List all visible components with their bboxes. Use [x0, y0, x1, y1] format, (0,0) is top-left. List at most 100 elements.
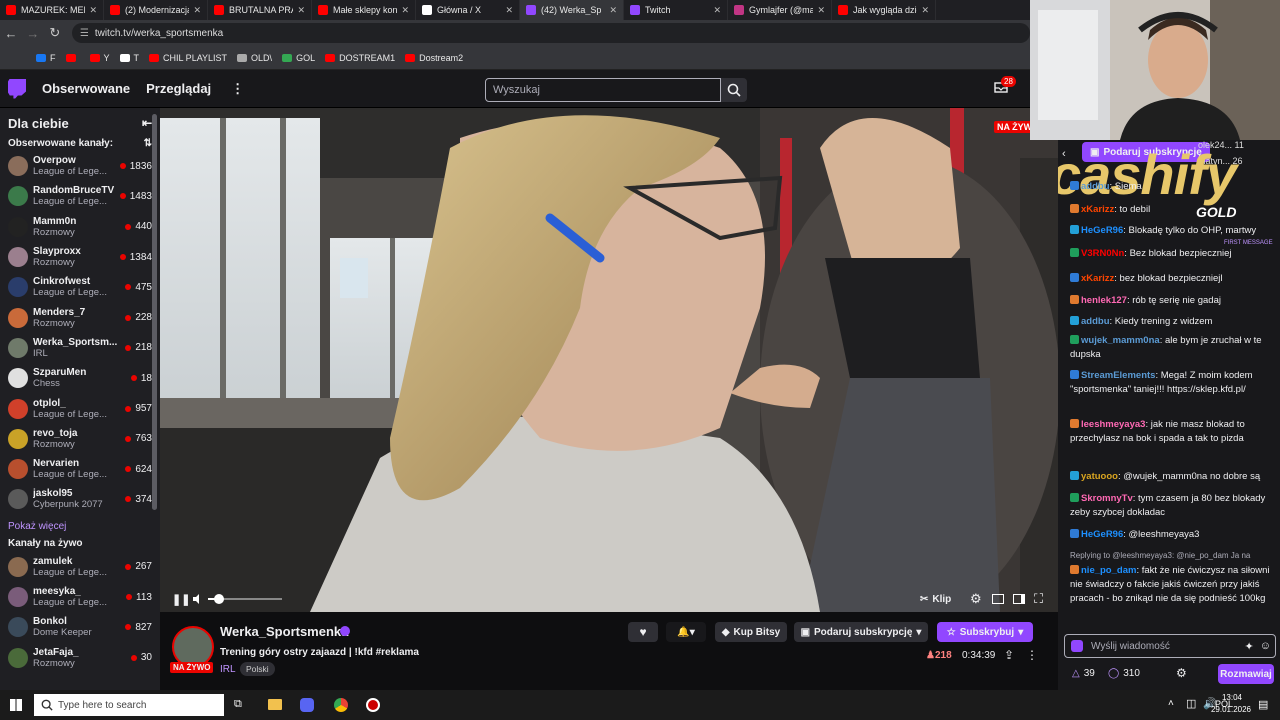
chat-message[interactable]: nie_po_dam: fakt że nie ćwiczysz na siło…	[1070, 564, 1274, 606]
chat-username[interactable]: HeGeR96	[1081, 529, 1123, 540]
chat-message[interactable]: V3RN0Nn: Bez blokad bezpieczniej	[1070, 247, 1274, 261]
browser-tab[interactable]: Gymlajfer (@mac ✕	[728, 0, 832, 20]
file-explorer-icon[interactable]	[268, 699, 282, 710]
nav-browse[interactable]: Przeglądaj	[146, 81, 211, 96]
browser-tab[interactable]: Małe sklepy kont ✕	[312, 0, 416, 20]
chat-settings-icon[interactable]: ⚙	[1176, 666, 1187, 680]
share-icon[interactable]: ⇪	[1004, 648, 1014, 662]
chat-username[interactable]: henlek127	[1081, 295, 1127, 306]
sidebar-channel[interactable]: Mamm0n Rozmowy 440	[0, 212, 160, 242]
search-input[interactable]: Wyszukaj	[485, 78, 721, 102]
settings-icon[interactable]: ⚙	[970, 591, 982, 607]
close-tab-icon[interactable]: ✕	[713, 5, 721, 16]
chat-username[interactable]: xKarizz	[1081, 273, 1114, 284]
chat-message[interactable]: xKarizz: to debil	[1070, 203, 1274, 217]
browser-tab[interactable]: BRUTALNA PRAW ✕	[208, 0, 312, 20]
notifications-button[interactable]: 🔔▾	[666, 622, 706, 642]
bookmark-item[interactable]: DOSTREAM1	[325, 53, 395, 63]
chat-message[interactable]: addbu: Siema	[1070, 180, 1274, 194]
recording-app-icon[interactable]	[366, 698, 380, 712]
bookmark-item[interactable]: CHIL PLAYLIST	[149, 53, 227, 63]
chat-username[interactable]: V3RN0Nn	[1081, 248, 1124, 259]
channel-points[interactable]: △ 39	[1072, 668, 1095, 679]
sidebar-channel[interactable]: SzparuMen Chess 18	[0, 363, 160, 393]
sidebar-channel[interactable]: meesyka_ League of Lege... 113	[0, 582, 160, 612]
start-icon[interactable]	[10, 699, 22, 711]
stream-category[interactable]: IRL	[220, 664, 236, 675]
chat-message[interactable]: yatuooo: @wujek_mamm0na no dobre są	[1070, 470, 1274, 484]
video-player[interactable]	[160, 108, 1058, 612]
sidebar-scrollbar[interactable]	[152, 114, 157, 510]
bookmark-item[interactable]: T	[119, 53, 139, 63]
chat-username[interactable]: addbu	[1081, 181, 1110, 192]
reload-icon[interactable]: ↻	[44, 25, 66, 41]
sidebar-channel[interactable]: Nervarien League of Lege... 624	[0, 454, 160, 484]
chat-badge-icon[interactable]	[1071, 640, 1083, 652]
twitch-logo-icon[interactable]	[8, 78, 26, 99]
bits-balance[interactable]: ◯ 310	[1108, 668, 1140, 679]
clock-date[interactable]: 29.01.2026	[1206, 705, 1256, 714]
chat-input[interactable]: Wyślij wiadomość ✦ ☺	[1064, 634, 1276, 658]
gift-sub-button[interactable]: ▣ Podaruj subskrypcję ▾	[794, 622, 928, 642]
close-tab-icon[interactable]: ✕	[505, 5, 513, 16]
chat-message[interactable]: xKarizz: bez blokad bezpieczniejl	[1070, 272, 1274, 286]
sidebar-channel[interactable]: jaskol95 Cyberpunk 2077 374	[0, 484, 160, 514]
sidebar-channel[interactable]: RandomBruceTV League of Lege... 1483	[0, 181, 160, 211]
back-icon[interactable]: ←	[0, 26, 22, 41]
chat-message[interactable]: leeshmeyaya3: jak nie masz blokad to prz…	[1070, 418, 1274, 446]
close-tab-icon[interactable]: ✕	[609, 5, 617, 16]
forward-icon[interactable]: →	[22, 26, 44, 41]
emote-icon[interactable]: ☺	[1260, 640, 1271, 652]
close-tab-icon[interactable]: ✕	[89, 5, 97, 16]
url-field[interactable]: ☰ twitch.tv/werka_sportsmenka	[71, 23, 1030, 43]
close-tab-icon[interactable]: ✕	[401, 5, 409, 16]
site-info-icon[interactable]: ☰	[80, 28, 89, 39]
send-button[interactable]: Rozmawiaj	[1218, 664, 1274, 684]
volume-icon[interactable]	[192, 593, 204, 605]
subscribe-button[interactable]: ☆ Subskrybuj ▾	[937, 622, 1033, 642]
bookmark-item[interactable]: F	[36, 53, 56, 63]
sort-icon[interactable]: ⇅	[144, 138, 152, 149]
chat-message[interactable]: henlek127: rób tę serię nie gadaj	[1070, 294, 1274, 308]
channel-name[interactable]: Werka_Sportsmenka	[220, 624, 348, 639]
volume-slider-handle[interactable]	[214, 594, 225, 604]
sidebar-channel[interactable]: Cinkrofwest League of Lege... 475	[0, 272, 160, 302]
browser-tab[interactable]: MAZUREK: MENT ✕	[0, 0, 104, 20]
more-options-icon[interactable]: ⋮	[1026, 648, 1038, 662]
chat-message[interactable]: addbu: Kiedy trening z widzem	[1070, 315, 1274, 329]
sidebar-channel[interactable]: Slayproxx Rozmowy 1384	[0, 242, 160, 272]
chat-username[interactable]: wujek_mamm0na	[1081, 335, 1160, 346]
notification-center-icon[interactable]: ▤	[1258, 698, 1268, 711]
close-tab-icon[interactable]: ✕	[297, 5, 305, 16]
chat-message[interactable]: StreamElements: Mega! Z moim kodem "spor…	[1070, 369, 1274, 397]
theatre-mode-icon[interactable]	[992, 594, 1004, 604]
chat-username[interactable]: SkromnyTv	[1081, 493, 1133, 504]
chat-message[interactable]: SkromnyTv: tym czasem ja 80 bez blokady …	[1070, 492, 1274, 520]
buy-bits-button[interactable]: ◆ Kup Bitsy	[715, 622, 787, 642]
clip-button[interactable]: ✂ Klip	[920, 594, 951, 605]
bookmark-item[interactable]: GOL	[282, 53, 315, 63]
clock-time[interactable]: 13:04	[1217, 693, 1247, 702]
task-view-icon[interactable]: ⧉	[234, 698, 242, 711]
close-tab-icon[interactable]: ✕	[921, 5, 929, 16]
bookmark-item[interactable]: Dostream2	[405, 53, 463, 63]
chat-username[interactable]: StreamElements	[1081, 370, 1155, 381]
sidebar-channel[interactable]: JetaFaja_ Rozmowy 30	[0, 642, 160, 672]
chrome-icon[interactable]	[334, 698, 348, 712]
sidebar-channel[interactable]: revo_toja Rozmowy 763	[0, 424, 160, 454]
chat-username[interactable]: yatuooo	[1081, 471, 1118, 482]
browser-tab[interactable]: Jak wygląda dzie ✕	[832, 0, 936, 20]
bookmark-item[interactable]: Y	[89, 53, 110, 63]
sidebar-channel[interactable]: otplol_ League of Lege... 957	[0, 393, 160, 423]
browser-tab[interactable]: Twitch ✕	[624, 0, 728, 20]
close-tab-icon[interactable]: ✕	[817, 5, 825, 16]
discord-icon[interactable]	[300, 698, 314, 712]
bookmark-item[interactable]	[65, 53, 80, 62]
sidebar-toggle-icon[interactable]	[1013, 594, 1025, 604]
follow-button[interactable]: ♥	[628, 622, 658, 642]
browser-tab[interactable]: (2) Modernizacja ✕	[104, 0, 208, 20]
sidebar-channel[interactable]: Werka_Sportsm... IRL 218	[0, 333, 160, 363]
sidebar-channel[interactable]: Overpow League of Lege... 1836	[0, 151, 160, 181]
show-more-link[interactable]: Pokaż więcej	[0, 515, 160, 538]
taskbar-search[interactable]: Type here to search	[34, 694, 224, 716]
